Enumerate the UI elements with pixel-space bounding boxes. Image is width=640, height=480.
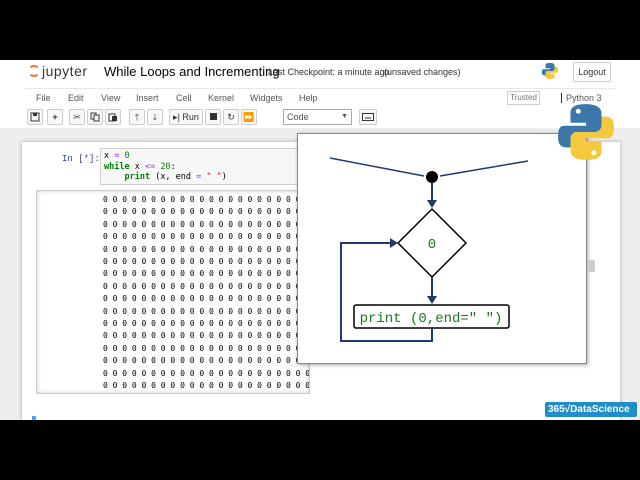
cell-output-area[interactable]: 0 0 0 0 0 0 0 0 0 0 0 0 0 0 0 0 0 0 0 0 … (36, 190, 310, 394)
unsaved-indicator: (unsaved changes) (384, 67, 461, 77)
output-row: 0 0 0 0 0 0 0 0 0 0 0 0 0 0 0 0 0 0 0 0 … (103, 343, 309, 353)
flowchart-svg: 0 print (0,end=" ") (329, 157, 529, 342)
save-button[interactable] (27, 109, 43, 125)
stop-icon (209, 113, 217, 120)
output-row: 0 0 0 0 0 0 0 0 0 0 0 0 0 0 0 0 0 0 0 0 … (103, 381, 310, 390)
output-row: 0 0 0 0 0 0 0 0 0 0 0 0 0 0 0 0 0 0 0 0 … (103, 219, 309, 229)
keyboard-icon (362, 113, 374, 121)
output-scrollbar[interactable] (588, 260, 595, 272)
arrow-up-icon: 🡑 (134, 112, 140, 122)
paste-button[interactable] (105, 109, 121, 125)
checkpoint-status: Last Checkpoint: a minute ago (268, 67, 390, 77)
fast-forward-icon: ⏩ (243, 112, 255, 122)
logout-button[interactable]: Logout (573, 62, 611, 82)
plus-icon: + (52, 112, 58, 122)
while-loop-flowchart: 0 print (0,end=" ") (297, 133, 587, 364)
chevron-down-icon: ▼ (341, 113, 348, 120)
output-row: 0 0 0 0 0 0 0 0 0 0 0 0 0 0 0 0 0 0 0 0 … (103, 281, 309, 291)
code-line: print (x, end = " ") (124, 172, 227, 182)
output-row: 0 0 0 0 0 0 0 0 0 0 0 0 0 0 0 0 0 0 0 0 … (103, 306, 309, 316)
jupyter-ring-icon (28, 65, 40, 77)
cell-prompt: In [*]: (62, 154, 100, 164)
menu-kernel[interactable]: Kernel (208, 93, 234, 103)
code-line: while x <= 20: (104, 161, 176, 172)
notebook-header: jupyter While Loops and Incrementing Las… (0, 60, 640, 87)
output-row: 0 0 0 0 0 0 0 0 0 0 0 0 0 0 0 0 0 0 0 0 … (103, 269, 309, 279)
arrowhead-to-condition (427, 200, 437, 208)
output-row: 0 0 0 0 0 0 0 0 0 0 0 0 0 0 0 0 0 0 0 0 … (103, 319, 309, 328)
code-cell-input[interactable]: x = 0 while x <= 20: print (x, end = " ") (100, 148, 300, 185)
output-row: 0 0 0 0 0 0 0 0 0 0 0 0 0 0 0 0 0 0 0 0 … (103, 244, 309, 254)
next-cell-marker[interactable] (32, 416, 36, 420)
output-row: 0 0 0 0 0 0 0 0 0 0 0 0 0 0 0 0 0 0 0 0 … (103, 368, 310, 378)
output-row: 0 0 0 0 0 0 0 0 0 0 0 0 0 0 0 0 0 0 0 0 … (103, 195, 309, 204)
output-row: 0 0 0 0 0 0 0 0 0 0 0 0 0 0 0 0 0 0 0 0 … (103, 331, 309, 341)
move-down-button[interactable]: 🡓 (147, 109, 163, 125)
output-row: 0 0 0 0 0 0 0 0 0 0 0 0 0 0 0 0 0 0 0 0 … (103, 294, 309, 304)
flow-incoming-left-line (329, 157, 425, 177)
menu-view[interactable]: View (101, 93, 120, 103)
output-row: 0 0 0 0 0 0 0 0 0 0 0 0 0 0 0 0 0 0 0 0 … (103, 356, 309, 366)
cell-type-select[interactable]: Code ▼ (283, 109, 352, 125)
code-line: x = 0 (104, 151, 130, 161)
run-button[interactable]: ▸| Run (169, 109, 203, 125)
brand-logo: 365√DataScience (545, 402, 637, 417)
python-logo-icon (541, 62, 559, 80)
run-label: Run (182, 112, 199, 122)
condition-value: 0 (428, 237, 436, 253)
copy-button[interactable] (87, 109, 103, 125)
merge-node (426, 171, 438, 183)
jupyter-notebook-window: jupyter While Loops and Incrementing Las… (0, 60, 640, 420)
interrupt-button[interactable] (205, 109, 221, 125)
save-icon (30, 112, 40, 122)
logo-text: jupyter (42, 63, 88, 79)
menu-widgets[interactable]: Widgets (250, 93, 283, 103)
arrowhead-loop-back (390, 238, 398, 248)
output-row: 0 0 0 0 0 0 0 0 0 0 0 0 0 0 0 0 0 0 0 0 … (103, 257, 309, 266)
menu-edit[interactable]: Edit (68, 93, 84, 103)
cell-type-value: Code (287, 112, 309, 122)
menu-help[interactable]: Help (299, 93, 318, 103)
restart-button[interactable]: ↻ (223, 109, 239, 125)
python-logo-large-icon (558, 104, 614, 160)
menu-insert[interactable]: Insert (136, 93, 159, 103)
command-palette-button[interactable] (359, 109, 377, 125)
copy-icon (90, 112, 100, 122)
cut-button[interactable]: ✂ (69, 109, 85, 125)
paste-icon (108, 113, 117, 122)
menu-cell[interactable]: Cell (176, 93, 192, 103)
insert-cell-button[interactable]: + (47, 109, 63, 125)
flow-incoming-right-line (439, 160, 529, 177)
trusted-badge[interactable]: Trusted (507, 91, 540, 105)
restart-icon: ↻ (227, 112, 235, 122)
scissors-icon: ✂ (73, 112, 81, 122)
output-row: 0 0 0 0 0 0 0 0 0 0 0 0 0 0 0 0 0 0 0 0 … (103, 232, 309, 242)
move-up-button[interactable]: 🡑 (129, 109, 145, 125)
arrowhead-to-print (427, 296, 437, 304)
print-statement: print (0,end=" ") (360, 311, 503, 327)
restart-run-all-button[interactable]: ⏩ (241, 109, 257, 125)
output-row: 0 0 0 0 0 0 0 0 0 0 0 0 0 0 0 0 0 0 0 0 … (103, 207, 309, 217)
step-forward-icon: ▸| (173, 112, 180, 122)
arrow-down-icon: 🡓 (152, 112, 158, 122)
notebook-title[interactable]: While Loops and Incrementing (104, 64, 280, 79)
jupyter-logo[interactable]: jupyter (28, 63, 88, 79)
menu-file[interactable]: File (36, 93, 51, 103)
toolbar: + ✂ 🡑 🡓 ▸| Run ↻ ⏩ Code ▼ (25, 108, 615, 128)
